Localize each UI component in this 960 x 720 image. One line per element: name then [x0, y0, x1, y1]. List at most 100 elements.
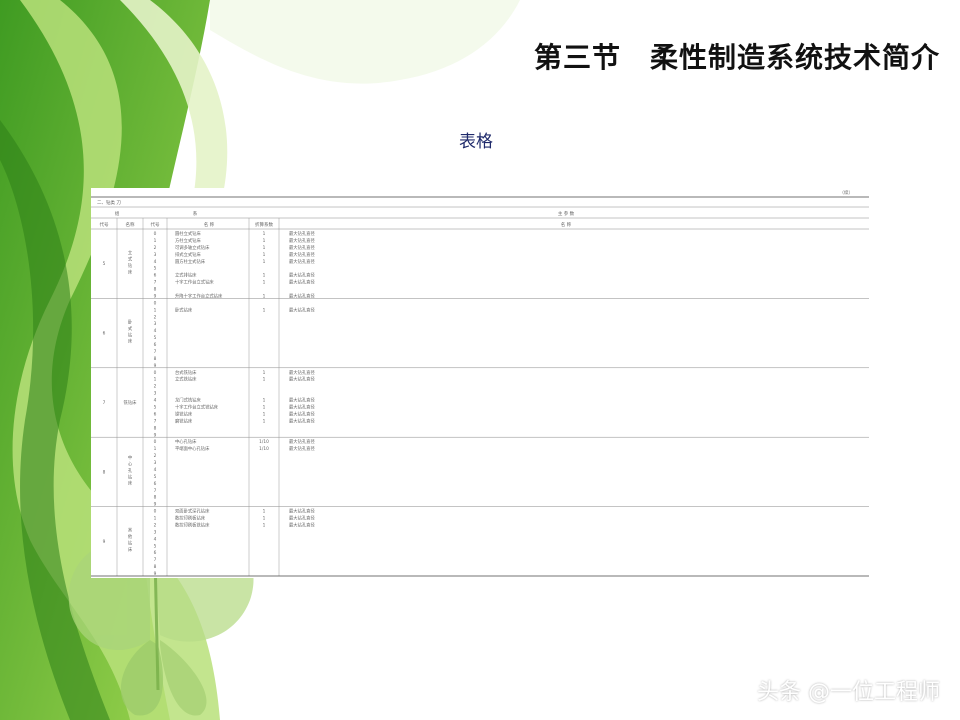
table-row: 8	[154, 495, 157, 501]
conversion-factor: 1	[263, 398, 266, 404]
series-code: 1	[154, 238, 157, 244]
group-name: 中心孔钻床	[128, 454, 133, 487]
group-code: 8	[103, 469, 106, 475]
group-header-right: 主 参 数	[558, 210, 575, 217]
main-parameter: 最大钻孔直径	[289, 445, 315, 452]
table-row: 2 可调多轴立式钻床 1 最大钻孔直径	[154, 244, 316, 251]
table-row: 3	[154, 321, 157, 327]
series-code: 2	[154, 453, 157, 459]
table-row: 7	[154, 488, 157, 494]
table-row: 8	[154, 425, 157, 431]
main-parameter: 最大钻孔直径	[289, 410, 315, 417]
series-name: 中心孔钻床	[175, 438, 197, 445]
series-code: 6	[154, 481, 157, 487]
table-row: 3	[154, 529, 157, 535]
series-code: 1	[154, 516, 157, 522]
series-code: 2	[154, 245, 157, 251]
series-code: 8	[154, 495, 157, 501]
conversion-factor: 1	[263, 411, 266, 417]
series-code: 3	[154, 252, 157, 258]
table-row: 6 立式排钻床 1 最大钻孔直径	[154, 272, 316, 279]
table-row: 6	[154, 481, 157, 487]
table-row: 3 排式立式钻床 1 最大钻孔直径	[154, 251, 316, 258]
table-row: 4 圆方柱立式钻床 1 最大钻孔直径	[154, 258, 316, 265]
table-group: 6卧式钻床01 卧式钻床 1 最大钻孔直径23456789	[103, 300, 316, 368]
series-code: 0	[154, 509, 157, 515]
series-name: 磨铣钻床	[175, 417, 193, 424]
slide-title: 第三节 柔性制造系统技术简介	[533, 41, 940, 74]
series-name: 台式铣钻床	[175, 369, 197, 376]
series-name: 立式排钻床	[175, 272, 197, 279]
group-code: 5	[103, 261, 106, 267]
series-code: 4	[154, 398, 157, 404]
table-group: 8 中心孔钻床 0 中心孔钻床 1/10 最大钻孔直径 1 平端面中心孔钻床 1/10 最大钻孔直…	[103, 438, 316, 507]
conversion-factor: 1	[263, 509, 266, 515]
col-header-factor: 折算系数	[255, 221, 273, 228]
series-name: 圆方柱立式钻床	[175, 258, 206, 265]
main-parameter: 最大钻孔直径	[289, 508, 315, 515]
series-code: 6	[154, 550, 157, 556]
series-name: 镗铣钻床	[175, 410, 193, 417]
table-row: 2	[154, 314, 157, 320]
series-code: 7	[154, 418, 157, 424]
table-row: 5	[154, 543, 157, 549]
conversion-factor: 1	[263, 404, 266, 410]
main-parameter: 最大钻孔直径	[289, 397, 315, 404]
series-code: 0	[154, 439, 157, 445]
series-code: 3	[154, 321, 157, 327]
table-row: 7 磨铣钻床 1 最大钻孔直径	[154, 417, 316, 424]
table-row: 8	[154, 356, 157, 362]
series-code: 4	[154, 467, 157, 473]
table-group: 5 立式钻床 0 圆柱立式钻床 1 最大钻孔直径 1 方柱立式钻床 1 最大钻孔直径 2 可调多轴立式…	[103, 230, 316, 299]
col-header-series-name: 名 称	[204, 221, 215, 228]
table-row: 1 立式铣钻床 1 最大钻孔直径	[154, 376, 316, 383]
series-code: 8	[154, 425, 157, 431]
table-row: 6	[154, 550, 157, 556]
series-code: 4	[154, 328, 157, 334]
group-name: 其他钻床	[128, 528, 133, 553]
group-name: 立式钻床	[128, 249, 133, 275]
table-row: 1 数控印刷板钻床 1 最大钻孔直径	[154, 515, 316, 522]
table-row: 2	[154, 453, 157, 459]
slide-subtitle: 表格	[459, 132, 493, 152]
main-parameter: 最大钻孔直径	[289, 230, 315, 237]
main-parameter: 最大钻孔直径	[289, 258, 315, 265]
series-code: 8	[154, 356, 157, 362]
group-name: 卧式钻床	[128, 319, 133, 345]
col-header-group-code: 代号	[100, 221, 109, 228]
table-row: 3	[154, 391, 157, 397]
main-parameter: 最大钻孔直径	[289, 403, 315, 410]
table-group: 9 其他钻床 0 双面卧式深孔钻床 1 最大钻孔直径 1 数控印刷板钻床 1 最大钻孔直径 2 数控印…	[103, 508, 316, 577]
series-code: 7	[154, 488, 157, 494]
group-code: 6	[103, 331, 106, 337]
conversion-factor: 1/10	[259, 446, 269, 452]
conversion-factor: 1	[263, 307, 266, 313]
section-caption: 二、钻类 刀	[97, 199, 121, 206]
group-code: 7	[103, 400, 106, 406]
machine-tool-table: （续） 二、钻类 刀 组 系 主 参 数 代号 名称 代号 名 称 折算系数 名…	[91, 188, 869, 578]
table-row: 1 方柱立式钻床 1 最大钻孔直径	[154, 237, 316, 244]
table-row: 4	[154, 467, 157, 473]
table-row: 6 镗铣钻床 1 最大钻孔直径	[154, 410, 316, 417]
main-parameter: 最大钻孔直径	[289, 369, 315, 376]
conversion-factor: 1	[263, 231, 266, 237]
series-code: 4	[154, 259, 157, 265]
table-row: 3	[154, 460, 157, 466]
table-row: 5 十字工作台立式铣钻床 1 最大钻孔直径	[154, 403, 316, 410]
conversion-factor: 1	[263, 516, 266, 522]
table-row: 5	[154, 266, 157, 272]
series-code: 0	[154, 300, 157, 306]
table-row: 1 卧式钻床 1 最大钻孔直径	[154, 306, 316, 313]
table-row: 4	[154, 536, 157, 542]
conversion-factor: 1	[263, 252, 266, 258]
series-name: 立式铣钻床	[175, 376, 197, 383]
table-row: 0 双面卧式深孔钻床 1 最大钻孔直径	[154, 508, 316, 515]
col-header-group-name: 名称	[126, 221, 135, 228]
table-row: 1 平端面中心孔钻床 1/10 最大钻孔直径	[154, 445, 316, 452]
series-name: 数控印刷板钻床	[175, 515, 206, 522]
series-code: 1	[154, 307, 157, 313]
main-parameter: 最大钻孔直径	[289, 251, 315, 258]
series-code: 5	[154, 474, 157, 480]
table-row: 5	[154, 335, 157, 341]
series-code: 7	[154, 557, 157, 563]
